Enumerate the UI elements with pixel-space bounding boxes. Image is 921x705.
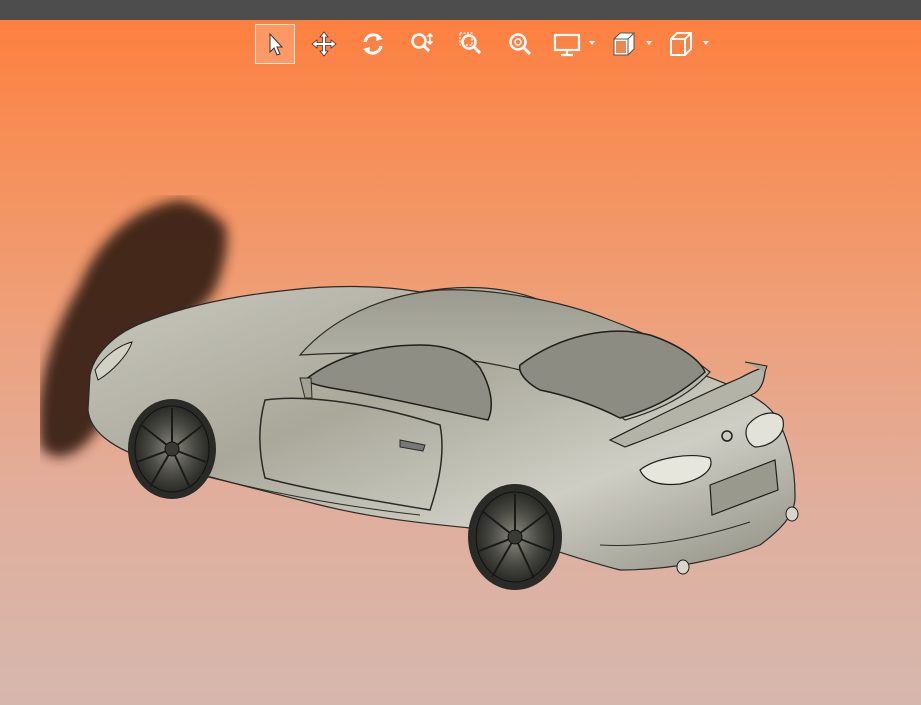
car-front-wheel: [128, 399, 216, 499]
sports-car-3d-model[interactable]: [0, 0, 921, 705]
car-rear-wheel: [468, 484, 562, 590]
car-exhaust: [676, 559, 690, 575]
